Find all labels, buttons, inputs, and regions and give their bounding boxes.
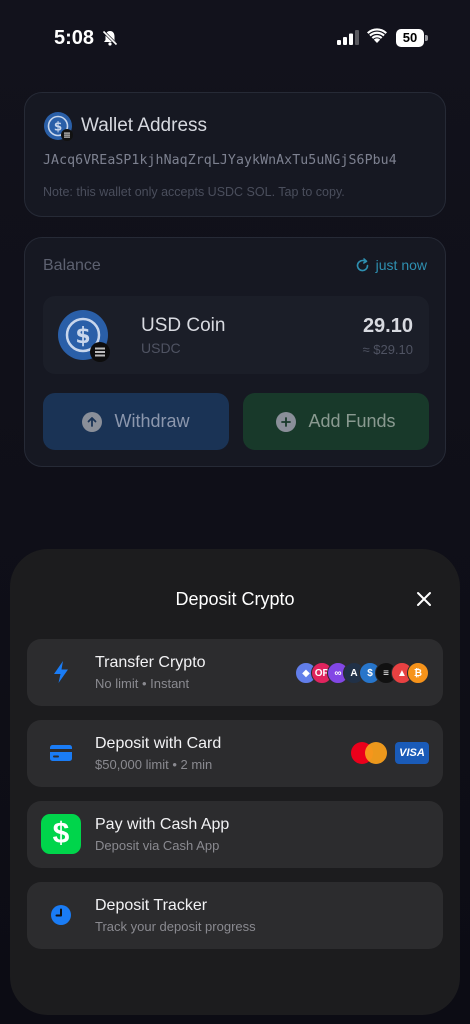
balance-label: Balance bbox=[43, 257, 101, 274]
usdc-coin-icon: $ bbox=[58, 310, 110, 362]
bell-muted-icon bbox=[102, 30, 118, 46]
wallet-address-card[interactable]: $ Wallet Address JAcq6VREaSP1kjhNaqZrqLJ… bbox=[24, 92, 446, 217]
bitcoin-icon: ₿ bbox=[407, 662, 429, 684]
option-subtitle: No limit • Instant bbox=[95, 676, 190, 691]
wallet-note: Note: this wallet only accepts USDC SOL.… bbox=[43, 185, 345, 199]
credit-card-icon bbox=[41, 733, 81, 773]
arrow-up-icon bbox=[82, 411, 103, 432]
refresh-button[interactable]: just now bbox=[355, 257, 427, 273]
usdc-logo-icon: $ bbox=[44, 112, 73, 141]
clock-icon bbox=[41, 895, 81, 935]
option-subtitle: $50,000 limit • 2 min bbox=[95, 757, 213, 772]
battery-indicator: 50 bbox=[396, 29, 428, 47]
option-transfer-crypto[interactable]: Transfer Crypto No limit • Instant ◆ OP … bbox=[27, 639, 443, 706]
coin-symbol: USDC bbox=[141, 340, 181, 356]
plus-icon bbox=[276, 411, 297, 432]
add-funds-label: Add Funds bbox=[308, 411, 396, 431]
withdraw-button[interactable]: Withdraw bbox=[43, 393, 229, 450]
svg-text:$: $ bbox=[75, 324, 90, 349]
cash-app-icon: $ bbox=[41, 814, 81, 854]
lightning-icon bbox=[41, 652, 81, 692]
wallet-title: Wallet Address bbox=[81, 115, 208, 136]
battery-level: 50 bbox=[396, 29, 424, 47]
option-subtitle: Deposit via Cash App bbox=[95, 838, 220, 853]
svg-text:$: $ bbox=[54, 120, 62, 134]
coin-amount: 29.10 bbox=[362, 315, 413, 337]
option-title: Deposit with Card bbox=[95, 735, 222, 752]
wallet-address-text[interactable]: JAcq6VREaSP1kjhNaqZrqLJYaykWnAxTu5uNGjS6… bbox=[43, 153, 397, 168]
option-deposit-tracker[interactable]: Deposit Tracker Track your deposit progr… bbox=[27, 882, 443, 949]
coin-name: USD Coin bbox=[141, 315, 226, 336]
status-bar: 5:08 50 bbox=[0, 0, 470, 76]
close-icon[interactable] bbox=[414, 589, 434, 609]
status-time: 5:08 bbox=[54, 27, 95, 49]
refresh-label: just now bbox=[375, 257, 427, 273]
supported-chains: ◆ OP ∞ A $ ≡ ▲ ₿ bbox=[295, 662, 429, 684]
option-deposit-card[interactable]: Deposit with Card $50,000 limit • 2 min … bbox=[27, 720, 443, 787]
wifi-icon bbox=[367, 28, 387, 43]
coin-row-usdc[interactable]: $ USD Coin USDC 29.10 ≈ $29.10 bbox=[43, 296, 429, 374]
withdraw-label: Withdraw bbox=[114, 411, 190, 431]
option-title: Transfer Crypto bbox=[95, 654, 206, 671]
coin-usd-value: ≈ $29.10 bbox=[362, 342, 413, 357]
add-funds-button[interactable]: Add Funds bbox=[243, 393, 429, 450]
mastercard-icon bbox=[351, 742, 389, 764]
option-cash-app[interactable]: $ Pay with Cash App Deposit via Cash App bbox=[27, 801, 443, 868]
option-title: Deposit Tracker bbox=[95, 897, 208, 914]
visa-icon: VISA bbox=[395, 742, 429, 764]
deposit-crypto-sheet: Deposit Crypto Transfer Crypto No limit … bbox=[10, 549, 460, 1015]
battery-tip bbox=[425, 35, 428, 41]
card-brands: VISA bbox=[351, 742, 429, 764]
option-title: Pay with Cash App bbox=[95, 816, 230, 833]
option-subtitle: Track your deposit progress bbox=[95, 919, 256, 934]
cellular-signal-icon bbox=[337, 30, 359, 45]
sheet-title: Deposit Crypto bbox=[175, 589, 295, 609]
refresh-icon bbox=[356, 257, 368, 271]
balance-card: Balance just now $ USD Coin USDC 29.10 ≈… bbox=[24, 237, 446, 467]
